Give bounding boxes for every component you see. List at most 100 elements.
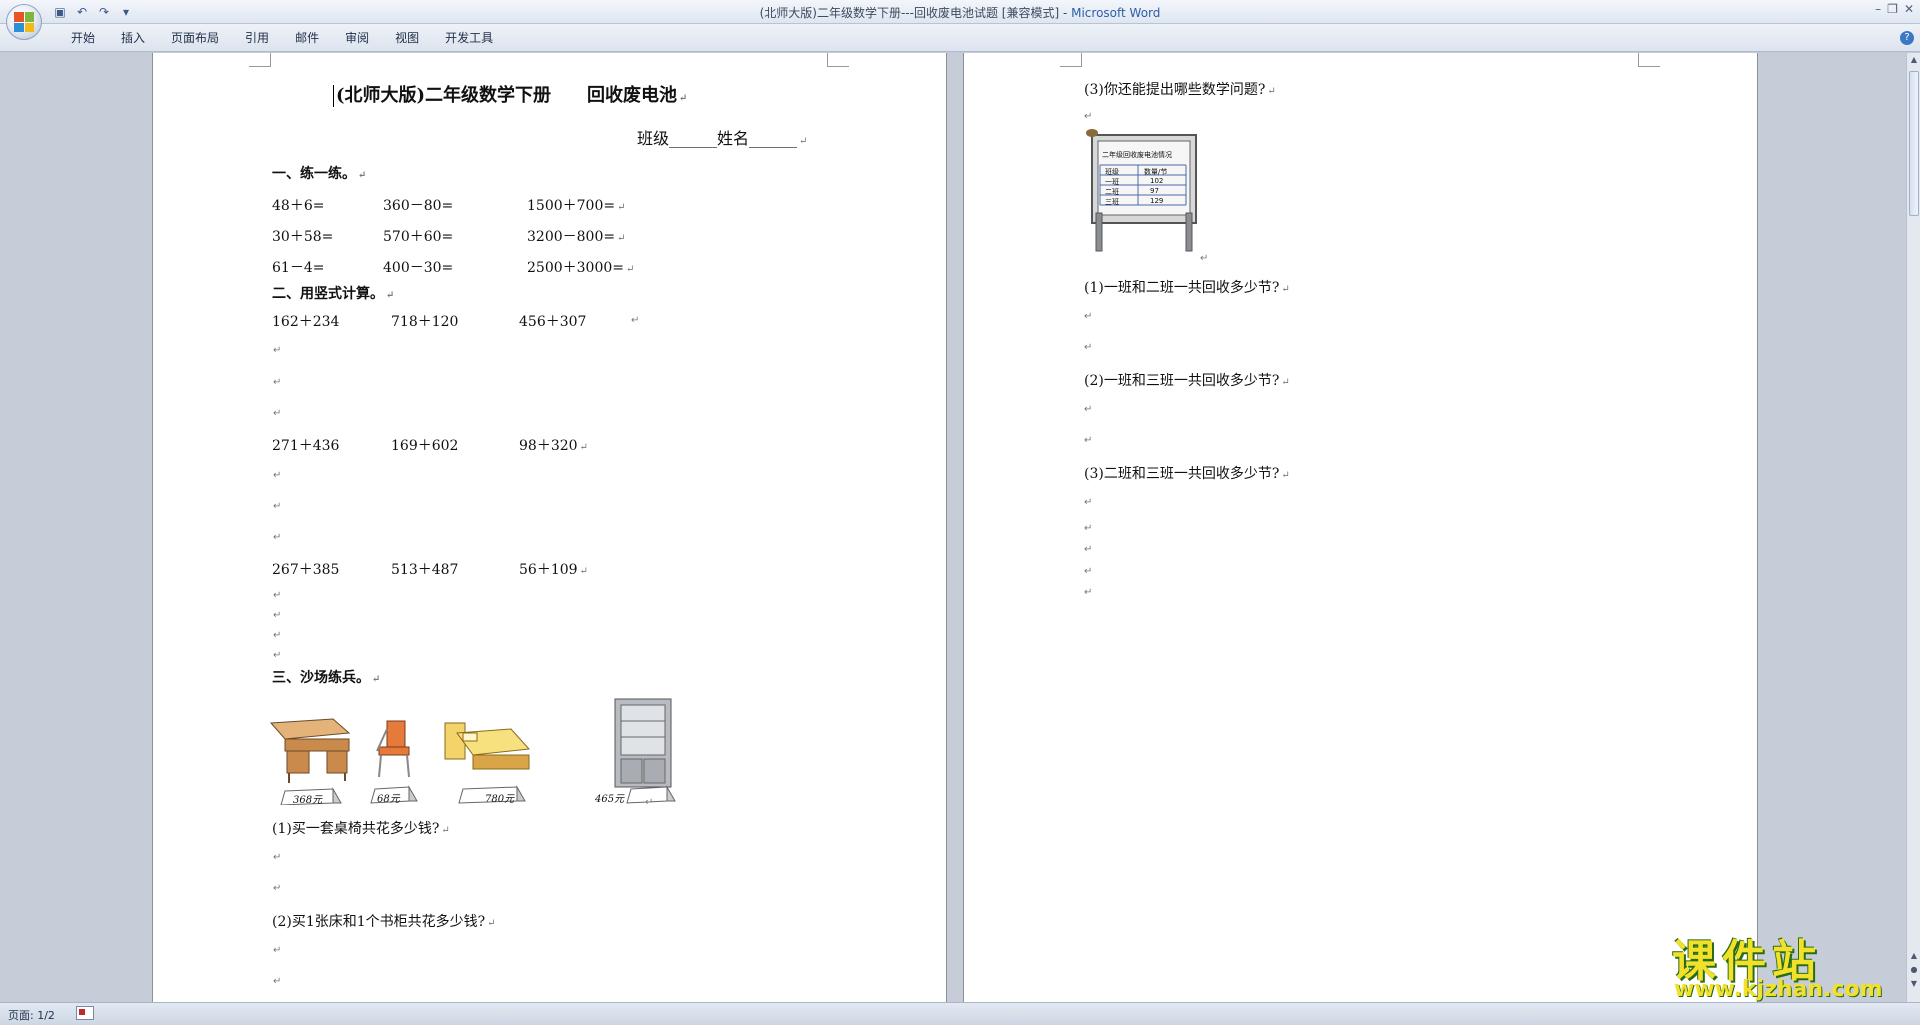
proofing-icon[interactable]	[76, 1006, 94, 1020]
scroll-up-icon[interactable]: ▲	[1909, 55, 1919, 65]
paragraph-mark: ↵	[273, 883, 282, 894]
paragraph-mark: ↵	[1084, 311, 1093, 322]
crop-mark	[249, 53, 271, 67]
bookcase-icon	[614, 698, 672, 788]
furniture-illustration	[269, 698, 676, 805]
text-cursor	[333, 85, 334, 107]
recycling-board-illustration	[1086, 129, 1197, 252]
question-a: (1)一班和二班一共回收多少节? ↵	[1084, 280, 1290, 296]
paragraph-mark: ↵	[1084, 587, 1093, 598]
practice-item: 360－80=	[383, 198, 454, 214]
app-name: Microsoft Word	[1071, 6, 1161, 20]
tab-view[interactable]: 视图	[382, 30, 432, 46]
paragraph-mark: ↵	[273, 501, 282, 512]
vertical-calc-item: 162＋234	[272, 314, 340, 330]
crop-mark	[1060, 53, 1082, 67]
watermark-url: www.kjzhan.com	[1674, 977, 1883, 1002]
board-header: 数量/节	[1144, 168, 1168, 176]
paragraph-mark: ↵	[1084, 523, 1093, 534]
practice-item: 48＋6=	[272, 198, 325, 214]
paragraph-mark: ↵	[1084, 566, 1093, 577]
document-title: (北师大版)二年级数学下册---回收废电池试题 [兼容模式] -	[759, 6, 1072, 20]
paragraph-mark: ↵	[273, 650, 282, 661]
practice-item: 2500＋3000= ↵	[527, 260, 635, 276]
section-1-heading: 一、练一练。 ↵	[272, 166, 367, 182]
vertical-calc-item: 456＋307	[519, 314, 587, 330]
vertical-calc-item: 718＋120	[391, 314, 459, 330]
vertical-calc-item: 267＋385	[272, 562, 340, 578]
page-1[interactable]: (北师大版)二年级数学下册 回收废电池 ↵ 班级______姓名______ ↵ 一…	[152, 53, 947, 1002]
paragraph-mark: ↵	[1200, 253, 1209, 264]
question-1: (1)买一套桌椅共花多少钱? ↵	[272, 821, 450, 837]
vertical-scrollbar[interactable]: ▲ ▲ ● ▼	[1906, 53, 1920, 1002]
section-2-heading: 二、用竖式计算。 ↵	[272, 286, 395, 302]
paragraph-mark: ↵	[273, 945, 282, 956]
document-workspace[interactable]: (北师大版)二年级数学下册 回收废电池 ↵ 班级______姓名______ ↵ 一…	[0, 53, 1906, 1002]
page-indicator[interactable]: 页面: 1/2	[8, 1007, 55, 1023]
vertical-calc-item: 169＋602	[391, 438, 459, 454]
vertical-calc-item: 56＋109 ↵	[519, 562, 588, 578]
close-icon[interactable]: ✕	[1904, 2, 1914, 16]
board-cell: 102	[1150, 177, 1164, 185]
board-title: 二年级回收废电池情况	[1102, 151, 1172, 159]
question-3-title: (3)你还能提出哪些数学问题? ↵	[1084, 82, 1276, 98]
price-label: 465元	[595, 794, 625, 805]
ribbon: 开始 插入 页面布局 引用 邮件 审阅 视图 开发工具 ?	[0, 24, 1920, 52]
tab-page-layout[interactable]: 页面布局	[158, 30, 232, 46]
paragraph-mark: ↵	[273, 377, 282, 388]
minimize-icon[interactable]: –	[1875, 2, 1881, 16]
next-page-icon[interactable]: ▼	[1909, 979, 1919, 989]
paragraph-mark: ↵	[1084, 404, 1093, 415]
paragraph-mark: ↵	[631, 315, 640, 326]
tab-review[interactable]: 审阅	[332, 30, 382, 46]
section-3-heading: 三、沙场练兵。 ↵	[272, 670, 381, 686]
practice-item: 61－4=	[272, 260, 325, 276]
restore-icon[interactable]: ❐	[1887, 2, 1898, 16]
question-c: (3)二班和三班一共回收多少节? ↵	[1084, 466, 1290, 482]
board-header: 班级	[1105, 168, 1119, 176]
office-logo-icon	[14, 12, 34, 32]
paragraph-mark: ↵	[1084, 342, 1093, 353]
watermark: 课件站 www.kjzhan.com	[1668, 925, 1908, 1005]
board-cell: 一班	[1105, 178, 1119, 186]
previous-page-icon[interactable]: ▲	[1909, 951, 1919, 961]
board-cell: 97	[1150, 187, 1159, 195]
practice-item: 30＋58=	[272, 229, 334, 245]
paragraph-mark: ↵	[273, 532, 282, 543]
bird-icon	[1086, 129, 1098, 137]
paragraph-mark: ↵	[273, 345, 282, 356]
window-title: (北师大版)二年级数学下册---回收废电池试题 [兼容模式] - Microso…	[0, 4, 1920, 21]
price-label: 780元	[485, 794, 515, 805]
paragraph-mark: ↵	[273, 590, 282, 601]
bed-icon	[444, 722, 531, 770]
tab-home[interactable]: 开始	[58, 30, 108, 46]
paragraph-mark: ↵	[1084, 435, 1093, 446]
crop-mark	[827, 53, 849, 67]
tab-developer[interactable]: 开发工具	[432, 30, 506, 46]
price-label: 368元	[293, 795, 323, 806]
office-button[interactable]	[6, 4, 42, 40]
paragraph-mark: ↵	[273, 852, 282, 863]
desk-icon	[269, 718, 351, 783]
tab-mailings[interactable]: 邮件	[282, 30, 332, 46]
paragraph-mark: ↵	[273, 976, 282, 987]
practice-item: 1500＋700= ↵	[527, 198, 626, 214]
window-controls: – ❐ ✕	[1875, 2, 1914, 16]
vertical-calc-item: 271＋436	[272, 438, 340, 454]
paragraph-mark: ↵	[273, 610, 282, 621]
question-b: (2)一班和三班一共回收多少节? ↵	[1084, 373, 1290, 389]
board-cell: 129	[1150, 197, 1164, 205]
board-cell: 二班	[1105, 188, 1119, 196]
tab-insert[interactable]: 插入	[108, 30, 158, 46]
practice-item: 570＋60=	[383, 229, 454, 245]
browse-object-icon[interactable]: ●	[1909, 965, 1919, 975]
paragraph-mark: ↵	[273, 630, 282, 641]
tab-references[interactable]: 引用	[232, 30, 282, 46]
page-2[interactable]: (3)你还能提出哪些数学问题? ↵ ↵ 二年级回收废电池情况 班级 数量/节 一班…	[963, 53, 1758, 1002]
paragraph-mark: ↵	[273, 470, 282, 481]
board-cell: 三班	[1105, 198, 1119, 206]
status-bar: 页面: 1/2	[0, 1002, 1920, 1025]
help-icon[interactable]: ?	[1900, 31, 1914, 45]
paragraph-mark: ↵	[1084, 497, 1093, 508]
scrollbar-thumb[interactable]	[1909, 71, 1919, 216]
